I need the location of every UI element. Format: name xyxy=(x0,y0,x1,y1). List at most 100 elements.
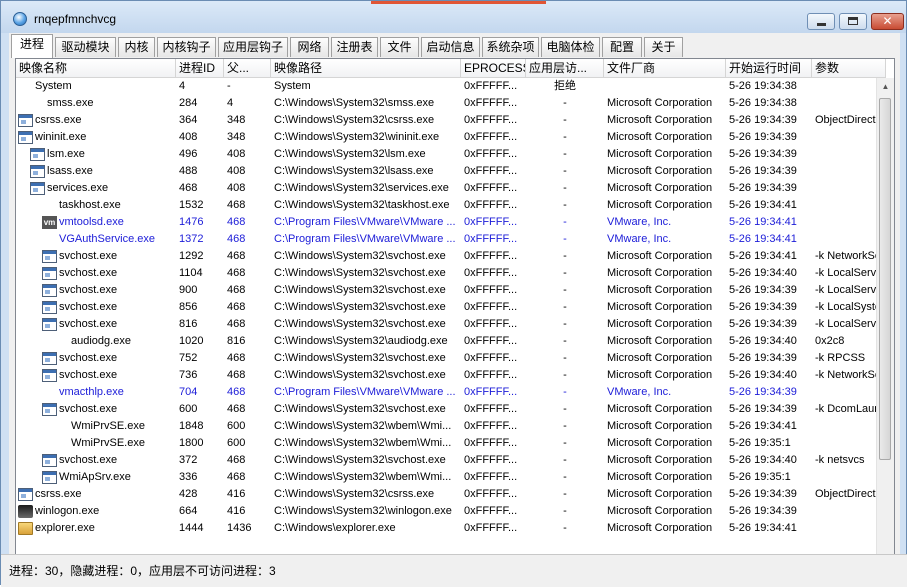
tab-1[interactable]: 驱动模块 xyxy=(55,37,116,57)
cell-access: - xyxy=(563,216,567,228)
column-header[interactable]: 进程ID xyxy=(176,59,224,77)
cell-access: - xyxy=(563,318,567,330)
client-area: 进程 驱动模块 内核 内核钩子 应用层钩子 网络 注册表 文件 启动信息 系统杂项 电脑体检 配置 关于… xyxy=(9,33,900,585)
tab-2[interactable]: 内核 xyxy=(118,37,155,57)
cell-name: svchost.exe xyxy=(59,267,118,279)
table-row[interactable]: explorer.exe 1444 1436 C:\Windows\explorer.… xyxy=(16,520,886,537)
tab-5[interactable]: 网络 xyxy=(290,37,329,57)
table-row[interactable]: VGAuthService.exe 1372 468 C:\Program Files… xyxy=(16,231,886,248)
tab-4[interactable]: 应用层钩子 xyxy=(218,37,288,57)
table-row[interactable]: WmiPrvSE.exe 1800 600 C:\Windows\System32\w… xyxy=(16,435,886,452)
table-row[interactable]: WmiApSrv.exe 336 468 C:\Windows\System32\wb… xyxy=(16,469,886,486)
process-list[interactable]: 映像名称 进程ID 父... 映像路径 EPROCESS 应用层访... 文件厂商 开始运行时… xyxy=(15,58,895,585)
vertical-scroll-thumb[interactable] xyxy=(879,98,891,460)
table-row[interactable]: svchost.exe 600 468 C:\Windows\System32\svc… xyxy=(16,401,886,418)
table-row[interactable]: svchost.exe 736 468 C:\Windows\System32\svc… xyxy=(16,367,886,384)
tab-9[interactable]: 系统杂项 xyxy=(482,37,539,57)
status-bar: 进程：30，隐藏进程：0，应用层不可访问进程：3 xyxy=(1,554,907,587)
cell-access: - xyxy=(563,471,567,483)
tab-11[interactable]: 配置 xyxy=(602,37,642,57)
column-header[interactable]: 开始运行时间 xyxy=(726,59,812,77)
cell-ppid: 1436 xyxy=(227,522,252,534)
tab-3[interactable]: 内核钩子 xyxy=(157,37,216,57)
cell-eprocess: 0xFFFFF... xyxy=(464,80,518,92)
minimize-button[interactable] xyxy=(807,13,835,30)
cell-name: taskhost.exe xyxy=(59,199,121,211)
maximize-button[interactable] xyxy=(839,13,867,30)
cell-ppid: 468 xyxy=(227,471,246,483)
table-row[interactable]: svchost.exe 816 468 C:\Windows\System32\svc… xyxy=(16,316,886,333)
minimize-icon xyxy=(817,23,826,26)
table-row[interactable]: smss.exe 284 4 C:\Windows\System32\smss.exe… xyxy=(16,95,886,112)
cell-name: svchost.exe xyxy=(59,301,118,313)
cell-vendor: Microsoft Corporation xyxy=(607,437,713,449)
tab-6[interactable]: 注册表 xyxy=(331,37,378,57)
table-row[interactable]: taskhost.exe 1532 468 C:\Windows\System32\t… xyxy=(16,197,886,214)
tab-8[interactable]: 启动信息 xyxy=(421,37,480,57)
table-row[interactable]: WmiPrvSE.exe 1848 600 C:\Windows\System32\w… xyxy=(16,418,886,435)
cell-time: 5-26 19:34:40 xyxy=(729,454,797,466)
exe-icon xyxy=(18,131,33,144)
cell-ppid: 408 xyxy=(227,148,246,160)
cell-pid: 1104 xyxy=(179,267,203,279)
column-header[interactable]: 映像路径 xyxy=(271,59,461,77)
cell-time: 5-26 19:35:1 xyxy=(729,437,791,449)
cell-access: - xyxy=(563,522,567,534)
cell-name: lsm.exe xyxy=(47,148,85,160)
cell-path: C:\Windows\System32\wbem\Wmi... xyxy=(274,437,452,449)
column-header[interactable]: 文件厂商 xyxy=(604,59,726,77)
cell-eprocess: 0xFFFFF... xyxy=(464,488,518,500)
vertical-scrollbar[interactable]: ▲ ▼ xyxy=(876,78,894,566)
cell-pid: 1372 xyxy=(179,233,204,245)
column-header[interactable]: 参数 xyxy=(812,59,886,77)
cell-path: C:\Windows\explorer.exe xyxy=(274,522,396,534)
cell-args: -k LocalSystem... xyxy=(815,301,886,313)
cell-time: 5-26 19:34:38 xyxy=(729,97,797,109)
table-row[interactable]: audiodg.exe 1020 816 C:\Windows\System32\au… xyxy=(16,333,886,350)
cell-pid: 900 xyxy=(179,284,198,296)
table-row[interactable]: svchost.exe 1104 468 C:\Windows\System32\sv… xyxy=(16,265,886,282)
table-row[interactable]: services.exe 468 408 C:\Windows\System32\se… xyxy=(16,180,886,197)
column-header[interactable]: 应用层访... xyxy=(526,59,604,77)
cell-access: - xyxy=(563,352,567,364)
table-row[interactable]: winlogon.exe 664 416 C:\Windows\System32\wi… xyxy=(16,503,886,520)
tab-7[interactable]: 文件 xyxy=(380,37,419,57)
cell-name: WmiPrvSE.exe xyxy=(71,437,145,449)
table-row[interactable]: vm vmtoolsd.exe 1476 468 C:\Program Files\VM… xyxy=(16,214,886,231)
close-icon: ✕ xyxy=(882,14,893,28)
tab-12[interactable]: 关于 xyxy=(644,37,683,57)
table-row[interactable]: System 4 - System 0xFFFFF... 拒绝 5-26 19:34:38 xyxy=(16,78,886,95)
exe-icon xyxy=(30,148,45,161)
scroll-up-icon[interactable]: ▲ xyxy=(877,78,894,95)
cell-eprocess: 0xFFFFF... xyxy=(464,250,518,262)
column-header[interactable]: 父... xyxy=(224,59,271,77)
table-row[interactable]: csrss.exe 428 416 C:\Windows\System32\csrss… xyxy=(16,486,886,503)
tab-10[interactable]: 电脑体检 xyxy=(541,37,600,57)
table-row[interactable]: svchost.exe 856 468 C:\Windows\System32\svc… xyxy=(16,299,886,316)
cell-ppid: 468 xyxy=(227,369,246,381)
cell-pid: 1444 xyxy=(179,522,204,534)
exe-icon xyxy=(42,284,57,297)
title-bar[interactable]: rnqepfmnchvcg ✕ xyxy=(1,1,906,33)
table-row[interactable]: svchost.exe 752 468 C:\Windows\System32\svc… xyxy=(16,350,886,367)
table-row[interactable]: svchost.exe 900 468 C:\Windows\System32\svc… xyxy=(16,282,886,299)
table-row[interactable]: wininit.exe 408 348 C:\Windows\System32\win… xyxy=(16,129,886,146)
close-button[interactable]: ✕ xyxy=(871,13,904,30)
column-header[interactable]: 映像名称 xyxy=(16,59,176,77)
column-header[interactable]: EPROCESS xyxy=(461,59,526,77)
exe-icon xyxy=(42,301,57,314)
cell-args xyxy=(812,435,886,452)
table-row[interactable]: vmacthlp.exe 704 468 C:\Program Files\VMwar… xyxy=(16,384,886,401)
table-row[interactable]: svchost.exe 372 468 C:\Windows\System32\svc… xyxy=(16,452,886,469)
tab-0[interactable]: 进程 xyxy=(11,34,53,58)
table-row[interactable]: svchost.exe 1292 468 C:\Windows\System32\sv… xyxy=(16,248,886,265)
cell-args xyxy=(812,418,886,435)
table-row[interactable]: csrss.exe 364 348 C:\Windows\System32\csrss… xyxy=(16,112,886,129)
cell-path: C:\Windows\System32\svchost.exe xyxy=(274,318,446,330)
table-row[interactable]: lsass.exe 488 408 C:\Windows\System32\lsass… xyxy=(16,163,886,180)
cell-name: vmacthlp.exe xyxy=(59,386,124,398)
cell-pid: 1848 xyxy=(179,420,204,432)
exe-icon xyxy=(42,250,57,263)
table-row[interactable]: lsm.exe 496 408 C:\Windows\System32\lsm.exe… xyxy=(16,146,886,163)
cell-vendor: Microsoft Corporation xyxy=(607,250,713,262)
